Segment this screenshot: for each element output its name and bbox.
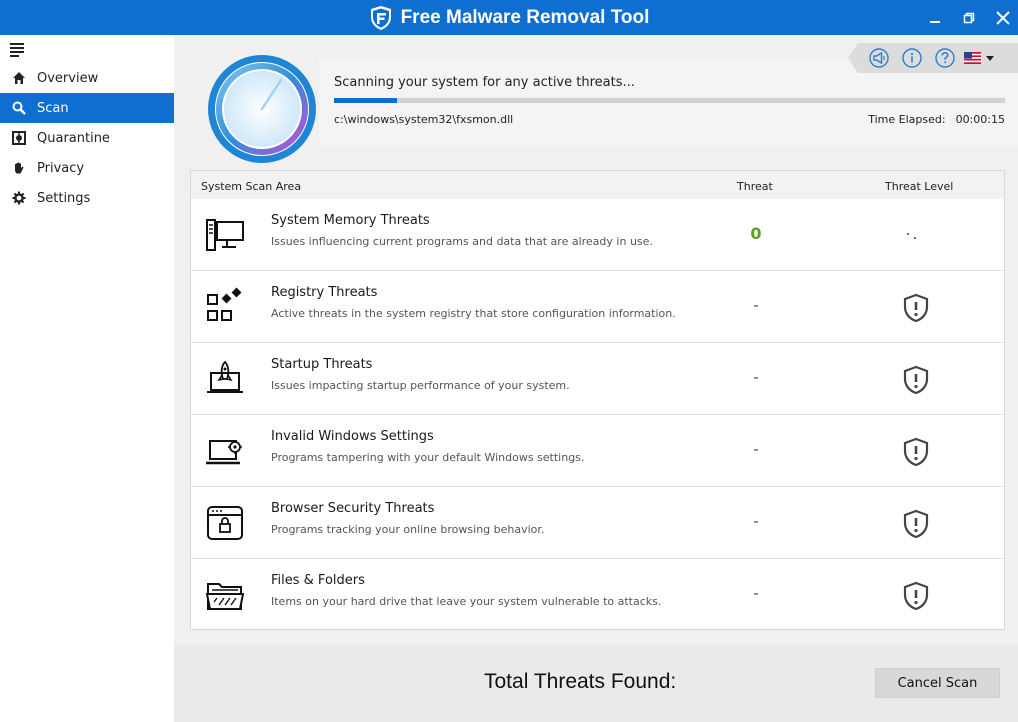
help-icon [935,48,955,68]
table-header: System Scan Area Threat Threat Level [191,171,1004,199]
home-icon [0,71,37,85]
sidebar-item-label: Privacy [37,160,85,176]
sidebar-item-overview[interactable]: Overview [0,63,174,93]
scan-area-title: Browser Security Threats [271,501,435,516]
title-bar: Free Malware Removal Tool [0,0,1018,35]
threat-count: - [753,298,759,314]
cancel-scan-button[interactable]: Cancel Scan [875,668,1000,698]
time-elapsed: Time Elapsed: 00:00:15 [868,113,1005,126]
app-title: Free Malware Removal Tool [400,6,650,28]
scan-area-title: Invalid Windows Settings [271,429,434,444]
scan-area-title: Files & Folders [271,573,365,588]
main-panel: Scanning your system for any active thre… [174,35,1018,722]
time-elapsed-value: 00:00:15 [955,113,1005,126]
close-icon [996,11,1010,25]
sidebar-item-label: Overview [37,70,99,86]
announcements-button[interactable] [868,47,890,69]
minimize-button[interactable] [922,6,948,30]
shield-warning-icon [903,509,929,539]
threat-count: - [753,586,759,602]
loading-spinner-icon [906,232,917,240]
scan-progress-bar [334,98,1005,103]
table-row: Registry Threats Active threats in the s… [191,271,1004,343]
computer-memory-icon [206,219,244,251]
scan-area-title: Startup Threats [271,357,373,372]
sidebar-item-privacy[interactable]: Privacy [0,153,174,183]
laptop-gear-icon [206,440,242,465]
column-header-threat: Threat [737,180,773,193]
top-toolbar [848,43,1018,73]
registry-blocks-icon [207,287,242,321]
restore-button[interactable] [956,6,982,30]
sidebar-item-settings[interactable]: Settings [0,183,174,213]
threat-count: - [753,442,759,458]
threat-count: - [753,370,759,386]
table-row: Browser Security Threats Programs tracki… [191,487,1004,559]
table-row: Startup Threats Issues impacting startup… [191,343,1004,415]
table-row: System Memory Threats Issues influencing… [191,199,1004,271]
table-row: Invalid Windows Settings Programs tamper… [191,415,1004,487]
quarantine-icon [0,131,37,145]
browser-lock-icon [207,506,243,540]
hand-icon [0,161,37,175]
scan-area-description: Items on your hard drive that leave your… [271,595,662,608]
current-file-path: c:\windows\system32\fxsmon.dll [334,113,514,126]
app-logo-icon [370,5,391,30]
language-selector[interactable] [962,47,998,69]
threat-count: - [753,514,759,530]
column-header-level: Threat Level [885,180,954,193]
sidebar-item-label: Scan [37,100,69,116]
sidebar-item-quarantine[interactable]: Quarantine [0,123,174,153]
sidebar-item-scan[interactable]: Scan [0,93,174,123]
restore-icon [963,12,975,24]
time-elapsed-label: Time Elapsed: [868,113,946,126]
scan-area-title: Registry Threats [271,285,378,300]
close-button[interactable] [990,6,1016,30]
gear-icon [0,191,37,205]
scan-status-text: Scanning your system for any active thre… [334,75,635,90]
shield-warning-icon [903,437,929,467]
sidebar: Overview Scan Quarantine Privacy Setting… [0,35,174,722]
table-row: Files & Folders Items on your hard drive… [191,559,1004,631]
search-icon [0,101,37,115]
scan-area-title: System Memory Threats [271,213,430,228]
help-button[interactable] [934,47,956,69]
scan-area-description: Programs tracking your online browsing b… [271,523,545,536]
megaphone-icon [869,48,889,68]
menu-toggle-icon[interactable] [10,43,24,57]
threat-count: 0 [750,224,762,243]
rocket-laptop-icon [207,360,243,393]
window-title: Free Malware Removal Tool [0,0,1018,35]
scan-progress-fill [334,98,398,103]
scan-area-description: Issues influencing current programs and … [271,235,653,248]
sidebar-item-label: Quarantine [37,130,110,146]
folder-icon [205,583,245,610]
scan-area-description: Programs tampering with your default Win… [271,451,585,464]
minimize-icon [930,21,940,23]
shield-warning-icon [903,365,929,395]
scan-area-table: System Scan Area Threat Threat Level Sys… [190,170,1005,630]
scan-area-description: Issues impacting startup performance of … [271,379,570,392]
info-button[interactable] [901,47,923,69]
scan-area-description: Active threats in the system registry th… [271,307,676,320]
footer-bar: Total Threats Found: Cancel Scan [174,645,1018,722]
shield-warning-icon [903,581,929,611]
us-flag-icon [964,52,994,64]
total-threats-label: Total Threats Found: [484,670,677,693]
info-icon [902,48,922,68]
scan-gauge-icon [208,55,316,163]
shield-warning-icon [903,293,929,323]
column-header-area: System Scan Area [201,180,302,193]
sidebar-item-label: Settings [37,190,91,206]
